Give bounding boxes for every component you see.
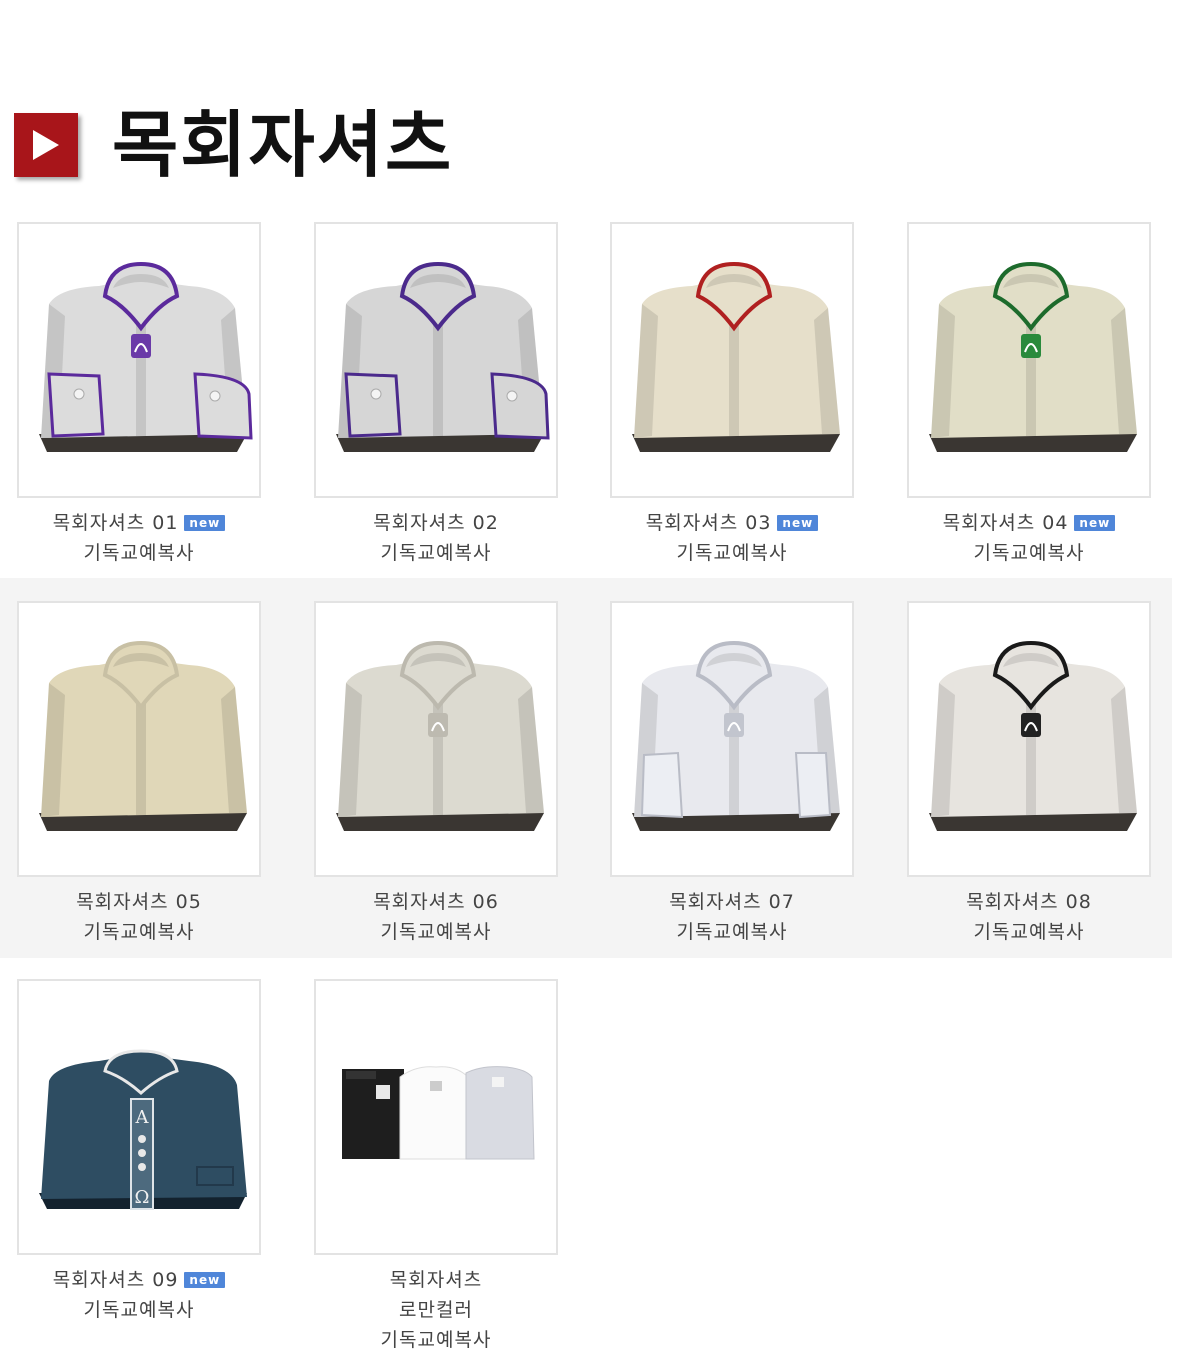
product-subtitle: 로만컬러 [399, 1299, 473, 1321]
product-thumbnail[interactable] [314, 979, 558, 1255]
product-brand: 기독교예복사 [83, 1299, 195, 1321]
product-image[interactable] [316, 224, 556, 496]
product-image[interactable] [19, 603, 259, 875]
product-name-link[interactable]: 목회자셔츠 01 [53, 512, 179, 534]
svg-text:Ω: Ω [135, 1187, 150, 1208]
page-title: 목회자셔츠 [112, 103, 454, 187]
svg-text:A: A [135, 1107, 150, 1128]
product-card[interactable]: 목회자셔츠 05 기독교예복사 [17, 601, 261, 947]
product-name-line: 목회자셔츠 09 new [17, 1265, 261, 1295]
product-name-line: 목회자셔츠 06 [314, 887, 558, 917]
product-caption: 목회자셔츠 08 기독교예복사 [907, 887, 1151, 947]
product-image[interactable] [909, 603, 1149, 875]
product-name-line: 목회자셔츠 07 [610, 887, 854, 917]
product-name-link[interactable]: 목회자셔츠 07 [669, 891, 795, 913]
product-name-line: 목회자셔츠 05 [17, 887, 261, 917]
product-brand: 기독교예복사 [973, 921, 1085, 943]
product-name-link[interactable]: 목회자셔츠 09 [53, 1269, 179, 1291]
page-header: 목회자셔츠 [14, 100, 453, 190]
play-icon [14, 113, 78, 177]
product-card[interactable]: 목회자셔츠 07 기독교예복사 [610, 601, 854, 947]
product-image[interactable] [316, 981, 556, 1253]
product-image[interactable]: AΩ [19, 981, 259, 1253]
product-name-line: 목회자셔츠 04 new [907, 508, 1151, 538]
product-name-link[interactable]: 목회자셔츠 05 [76, 891, 202, 913]
product-card[interactable]: A Ω 목회자셔츠 09 new 기독교예복사 [17, 979, 261, 1325]
product-caption: 목회자셔츠 01 new 기독교예복사 [17, 508, 261, 568]
product-image[interactable] [316, 603, 556, 875]
product-brand: 기독교예복사 [676, 542, 788, 564]
product-thumbnail[interactable] [610, 601, 854, 877]
product-card[interactable]: 목회자셔츠 08 기독교예복사 [907, 601, 1151, 947]
product-thumbnail[interactable] [17, 601, 261, 877]
product-brand: 기독교예복사 [83, 542, 195, 564]
product-caption: 목회자셔츠로만컬러기독교예복사 [314, 1265, 558, 1355]
product-card[interactable]: 목회자셔츠 03 new 기독교예복사 [610, 222, 854, 568]
product-brand: 기독교예복사 [83, 921, 195, 943]
product-name-line: 목회자셔츠 02 [314, 508, 558, 538]
product-name-link[interactable]: 목회자셔츠 08 [966, 891, 1092, 913]
product-caption: 목회자셔츠 05 기독교예복사 [17, 887, 261, 947]
new-badge: new [1074, 515, 1116, 531]
product-card[interactable]: 목회자셔츠 01 new 기독교예복사 [17, 222, 261, 568]
product-thumbnail[interactable] [610, 222, 854, 498]
product-name-link[interactable]: 목회자셔츠 [390, 1269, 482, 1291]
product-name-line: 목회자셔츠 01 new [17, 508, 261, 538]
product-thumbnail[interactable] [314, 601, 558, 877]
product-caption: 목회자셔츠 07 기독교예복사 [610, 887, 854, 947]
product-name-line: 목회자셔츠 03 new [610, 508, 854, 538]
product-thumbnail[interactable] [314, 222, 558, 498]
product-card[interactable]: 목회자셔츠 02 기독교예복사 [314, 222, 558, 568]
product-name-link[interactable]: 목회자셔츠 06 [373, 891, 499, 913]
product-caption: 목회자셔츠 06 기독교예복사 [314, 887, 558, 947]
product-caption: 목회자셔츠 09 new 기독교예복사 [17, 1265, 261, 1325]
new-badge: new [777, 515, 819, 531]
product-thumbnail[interactable] [17, 222, 261, 498]
new-badge: new [184, 1272, 226, 1288]
product-card[interactable]: 목회자셔츠로만컬러기독교예복사 [314, 979, 558, 1355]
product-name-link[interactable]: 목회자셔츠 03 [646, 512, 772, 534]
product-card[interactable]: 목회자셔츠 06 기독교예복사 [314, 601, 558, 947]
product-image[interactable] [612, 224, 852, 496]
product-name-line: 목회자셔츠 [314, 1265, 558, 1295]
product-name-link[interactable]: 목회자셔츠 04 [943, 512, 1069, 534]
new-badge: new [184, 515, 226, 531]
product-brand: 기독교예복사 [380, 542, 492, 564]
product-caption: 목회자셔츠 03 new 기독교예복사 [610, 508, 854, 568]
product-brand: 기독교예복사 [973, 542, 1085, 564]
product-thumbnail[interactable] [907, 601, 1151, 877]
product-name-line: 목회자셔츠 08 [907, 887, 1151, 917]
product-brand: 기독교예복사 [380, 1329, 492, 1351]
product-brand: 기독교예복사 [676, 921, 788, 943]
product-caption: 목회자셔츠 02 기독교예복사 [314, 508, 558, 568]
product-card[interactable]: 목회자셔츠 04 new 기독교예복사 [907, 222, 1151, 568]
product-thumbnail[interactable] [907, 222, 1151, 498]
product-caption: 목회자셔츠 04 new 기독교예복사 [907, 508, 1151, 568]
product-name-link[interactable]: 목회자셔츠 02 [373, 512, 499, 534]
product-thumbnail[interactable]: AΩ [17, 979, 261, 1255]
product-brand: 기독교예복사 [380, 921, 492, 943]
product-image[interactable] [909, 224, 1149, 496]
product-image[interactable] [612, 603, 852, 875]
product-image[interactable] [19, 224, 259, 496]
